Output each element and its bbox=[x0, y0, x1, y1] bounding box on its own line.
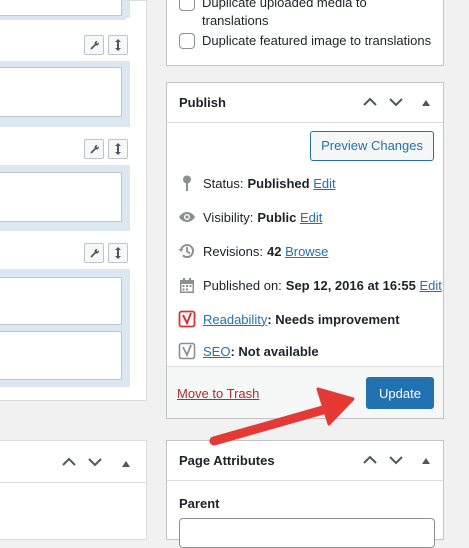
wrench-icon[interactable] bbox=[84, 243, 104, 263]
status-value: Published bbox=[247, 175, 310, 191]
history-icon bbox=[177, 241, 197, 261]
duplicate-media-label-line1: Duplicate uploaded media to bbox=[202, 0, 367, 10]
revisions-label: Revisions: bbox=[203, 243, 263, 259]
field-input[interactable] bbox=[0, 331, 122, 380]
field-tools bbox=[84, 35, 128, 55]
visibility-value: Public bbox=[257, 209, 297, 225]
published-on-value: Sep 12, 2016 at 16:55 bbox=[285, 277, 416, 293]
wrench-icon[interactable] bbox=[84, 35, 104, 55]
duplicate-media-option[interactable]: Duplicate uploaded media to translations bbox=[179, 0, 367, 30]
move-icon[interactable] bbox=[108, 139, 128, 159]
pin-icon bbox=[177, 173, 197, 193]
seo-link[interactable]: SEO bbox=[203, 344, 230, 359]
parent-select[interactable] bbox=[179, 518, 435, 548]
status-edit-link[interactable]: Edit bbox=[313, 176, 335, 191]
visibility-edit-link[interactable]: Edit bbox=[300, 210, 322, 225]
visibility-row: Visibility: Public Edit bbox=[177, 207, 322, 227]
custom-fields-panel bbox=[0, 0, 147, 401]
field-tools bbox=[84, 139, 128, 159]
visibility-label: Visibility: bbox=[203, 209, 254, 225]
page-attributes-title: Page Attributes bbox=[179, 453, 275, 468]
publish-box-header: Publish bbox=[167, 83, 443, 123]
chevron-up-icon[interactable] bbox=[62, 455, 76, 470]
page-attributes-header: Page Attributes bbox=[167, 441, 443, 481]
triangle-up-icon[interactable] bbox=[421, 95, 431, 110]
publish-title: Publish bbox=[179, 95, 226, 110]
duplicate-media-label-line2: translations bbox=[202, 13, 269, 28]
wrench-icon[interactable] bbox=[84, 139, 104, 159]
status-row: Status: Published Edit bbox=[177, 173, 336, 193]
move-icon[interactable] bbox=[108, 243, 128, 263]
field-tools bbox=[84, 243, 128, 263]
left-bottom-panel-header bbox=[0, 441, 146, 483]
field-input[interactable] bbox=[0, 172, 122, 222]
field-input[interactable] bbox=[0, 67, 122, 117]
translation-options-box: Duplicate uploaded media to translations… bbox=[166, 0, 444, 66]
seo-row: SEO : Not available bbox=[177, 341, 319, 361]
revisions-row: Revisions: 42 Browse bbox=[177, 241, 328, 261]
move-to-trash-link[interactable]: Move to Trash bbox=[177, 386, 259, 401]
duplicate-featured-label: Duplicate featured image to translations bbox=[202, 33, 432, 48]
eye-icon bbox=[177, 207, 197, 227]
preview-changes-button[interactable]: Preview Changes bbox=[310, 131, 434, 161]
yoast-seo-icon bbox=[177, 341, 197, 361]
field-input[interactable] bbox=[0, 0, 122, 16]
field-input[interactable] bbox=[0, 277, 122, 325]
seo-value: : Not available bbox=[230, 343, 319, 359]
triangle-up-icon[interactable] bbox=[121, 456, 131, 471]
publish-box: Publish Preview Changes Status: Publishe… bbox=[166, 82, 444, 419]
chevron-down-icon[interactable] bbox=[389, 95, 403, 110]
chevron-up-icon[interactable] bbox=[363, 95, 377, 110]
page-attributes-box: Page Attributes Parent bbox=[166, 440, 444, 548]
published-on-label: Published on: bbox=[203, 277, 282, 293]
yoast-readability-icon bbox=[177, 309, 197, 329]
triangle-up-icon[interactable] bbox=[421, 453, 431, 468]
published-on-row: Published on: Sep 12, 2016 at 16:55 Edit bbox=[177, 275, 442, 295]
chevron-down-icon[interactable] bbox=[88, 455, 102, 470]
duplicate-featured-checkbox[interactable] bbox=[179, 33, 195, 49]
readability-row: Readability : Needs improvement bbox=[177, 309, 400, 329]
chevron-up-icon[interactable] bbox=[363, 453, 377, 468]
status-label: Status: bbox=[203, 175, 244, 191]
readability-link[interactable]: Readability bbox=[203, 312, 267, 327]
move-icon[interactable] bbox=[108, 35, 128, 55]
readability-value: : Needs improvement bbox=[267, 311, 400, 327]
duplicate-media-checkbox[interactable] bbox=[179, 0, 195, 11]
revisions-browse-link[interactable]: Browse bbox=[285, 244, 328, 259]
update-button[interactable]: Update bbox=[366, 377, 434, 409]
duplicate-featured-option[interactable]: Duplicate featured image to translations bbox=[179, 32, 431, 50]
revisions-value: 42 bbox=[266, 243, 282, 259]
published-on-edit-link[interactable]: Edit bbox=[420, 278, 442, 293]
parent-label: Parent bbox=[179, 496, 220, 511]
chevron-down-icon[interactable] bbox=[389, 453, 403, 468]
calendar-icon bbox=[177, 275, 197, 295]
major-publishing-actions: Move to Trash Update bbox=[167, 366, 443, 418]
left-bottom-panel bbox=[0, 440, 147, 540]
